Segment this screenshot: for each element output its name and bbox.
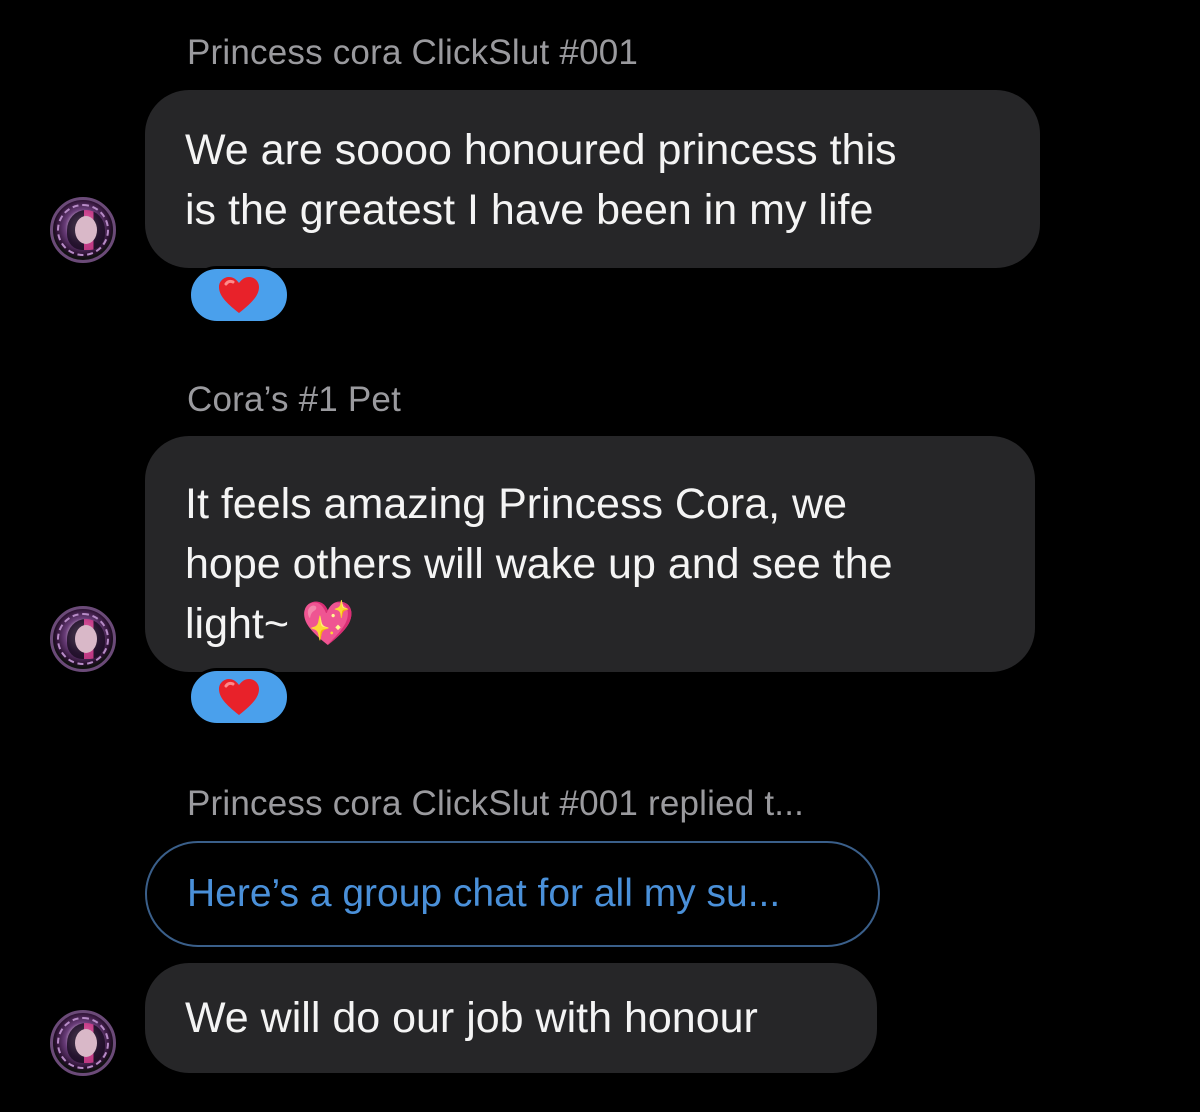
heart-icon: [219, 679, 259, 715]
message-bubble[interactable]: We are soooo honoured princess this is t…: [145, 90, 1040, 268]
avatar-icon[interactable]: [50, 197, 116, 263]
message-sender-name: Cora’s #1 Pet: [187, 380, 402, 419]
quoted-reply-preview[interactable]: Here’s a group chat for all my su...: [145, 841, 880, 947]
message-text-line: We are soooo honoured princess this: [185, 126, 897, 174]
heart-reaction-icon[interactable]: [188, 266, 290, 324]
avatar-icon[interactable]: [50, 606, 116, 672]
heart-reaction-icon[interactable]: [188, 668, 290, 726]
message-text-line: We will do our job with honour: [185, 994, 758, 1042]
message-bubble[interactable]: We will do our job with honour: [145, 963, 877, 1073]
avatar-icon[interactable]: [50, 1010, 116, 1076]
message-text-line: hope others will wake up and see the: [185, 540, 893, 588]
quoted-reply-text: Here’s a group chat for all my su...: [187, 872, 781, 915]
message-text-line: light~ 💖: [185, 600, 355, 648]
reply-context-label: Princess cora ClickSlut #001 replied t..…: [187, 784, 805, 823]
message-bubble[interactable]: It feels amazing Princess Cora, we hope …: [145, 436, 1035, 672]
heart-icon: [219, 277, 259, 313]
message-text-line: It feels amazing Princess Cora, we: [185, 480, 847, 528]
message-text-line: is the greatest I have been in my life: [185, 186, 874, 234]
message-sender-name: Princess cora ClickSlut #001: [187, 33, 639, 72]
